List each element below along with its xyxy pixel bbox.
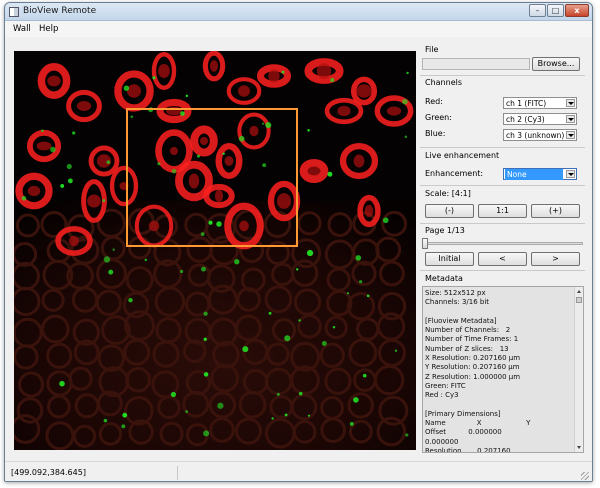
maximize-button[interactable]: □ (547, 4, 564, 17)
metadata-scrollbar[interactable] (574, 287, 583, 452)
divider (420, 223, 585, 224)
metadata-line: Green: FITC (425, 381, 466, 390)
metadata-line: Channels: 3/16 bit (425, 298, 490, 307)
scroll-thumb[interactable] (576, 297, 582, 303)
blue-channel-select[interactable]: ch 3 (unknown) (503, 129, 577, 141)
metadata-line: Resolution 0.207160 (425, 447, 511, 453)
status-bar: [499.092,384.645] (5, 461, 592, 481)
metadata-line: 0.000000 (425, 437, 459, 446)
chevron-down-icon (566, 131, 575, 139)
divider (420, 270, 585, 271)
metadata-line: Number of Time Frames: 1 (425, 335, 519, 344)
green-channel-select[interactable]: ch 2 (Cy3) (503, 113, 577, 125)
blue-channel-label: Blue: (425, 129, 446, 138)
metadata-line: Red : Cy3 (425, 391, 459, 400)
divider (177, 466, 178, 480)
page-slider-handle[interactable] (422, 238, 428, 249)
app-icon (9, 7, 19, 17)
initial-button[interactable]: Initial (425, 252, 474, 266)
metadata-line: X Resolution: 0.207160 µm (425, 354, 521, 363)
metadata-line: Number of Channels: 2 (425, 326, 511, 335)
menu-help[interactable]: Help (39, 24, 58, 34)
divider (420, 185, 585, 186)
zoom-reset-button[interactable]: 1:1 (478, 204, 527, 218)
enhancement-label: Enhancement: (425, 169, 484, 178)
scroll-down-icon[interactable] (577, 446, 581, 449)
page-label: Page 1/13 (425, 226, 465, 235)
metadata-section-title: Metadata (425, 274, 463, 283)
chevron-down-icon (566, 170, 575, 178)
app-window: BioView Remote – □ x Wall Help File Brow… (4, 2, 593, 482)
channels-section-title: Channels (425, 78, 463, 87)
blue-channel-value: ch 3 (unknown) (506, 131, 565, 140)
next-page-button[interactable]: > (531, 252, 580, 266)
divider (420, 75, 585, 76)
file-path-field[interactable] (422, 58, 530, 70)
zoom-out-button[interactable]: (-) (425, 204, 474, 218)
window-title: BioView Remote (23, 6, 97, 16)
metadata-text-area[interactable]: Size: 512x512 px Channels: 3/16 bit [Fluo… (422, 286, 584, 453)
metadata-line: Z Resolution: 1.000000 µm (425, 372, 521, 381)
menu-bar: Wall Help (5, 21, 592, 37)
metadata-line: [Primary Dimensions] (425, 409, 501, 418)
file-section-title: File (425, 45, 439, 54)
red-channel-label: Red: (425, 97, 443, 106)
metadata-line (425, 401, 575, 410)
metadata-line: Number of Z slices: 13 (425, 344, 509, 353)
title-bar[interactable]: BioView Remote – □ x (5, 3, 592, 21)
menu-wall[interactable]: Wall (13, 24, 31, 34)
zoom-in-button[interactable]: (+) (531, 204, 580, 218)
green-channel-label: Green: (425, 113, 452, 122)
prev-page-button[interactable]: < (478, 252, 527, 266)
image-viewer[interactable] (14, 51, 416, 450)
enhancement-value: None (505, 169, 563, 180)
metadata-line: Offset 0.000000 (425, 428, 502, 437)
scale-label: Scale: [4:1] (425, 189, 471, 198)
metadata-line: [Fluoview Metadata] (425, 316, 497, 325)
close-button[interactable]: x (565, 4, 589, 17)
enhancement-select[interactable]: None (503, 168, 577, 180)
minimize-button[interactable]: – (529, 4, 546, 17)
browse-button[interactable]: Browse... (532, 57, 580, 71)
chevron-down-icon (566, 115, 575, 123)
metadata-line: Size: 512x512 px (425, 289, 486, 297)
page-slider[interactable] (422, 242, 583, 245)
enhancement-section-title: Live enhancement (425, 151, 500, 160)
cursor-coordinates: [499.092,384.645] (11, 468, 86, 477)
chevron-down-icon (566, 99, 575, 107)
scroll-up-icon[interactable] (577, 290, 581, 293)
resize-grip-icon[interactable] (581, 472, 589, 480)
red-channel-select[interactable]: ch 1 (FITC) (503, 97, 577, 109)
green-channel-value: ch 2 (Cy3) (506, 115, 545, 124)
metadata-line (425, 308, 575, 317)
microscopy-image (14, 51, 416, 450)
metadata-line: Name X Y (425, 419, 531, 428)
red-channel-value: ch 1 (FITC) (506, 99, 547, 108)
metadata-line: Y Resolution: 0.207160 µm (425, 363, 520, 372)
divider (420, 147, 585, 148)
